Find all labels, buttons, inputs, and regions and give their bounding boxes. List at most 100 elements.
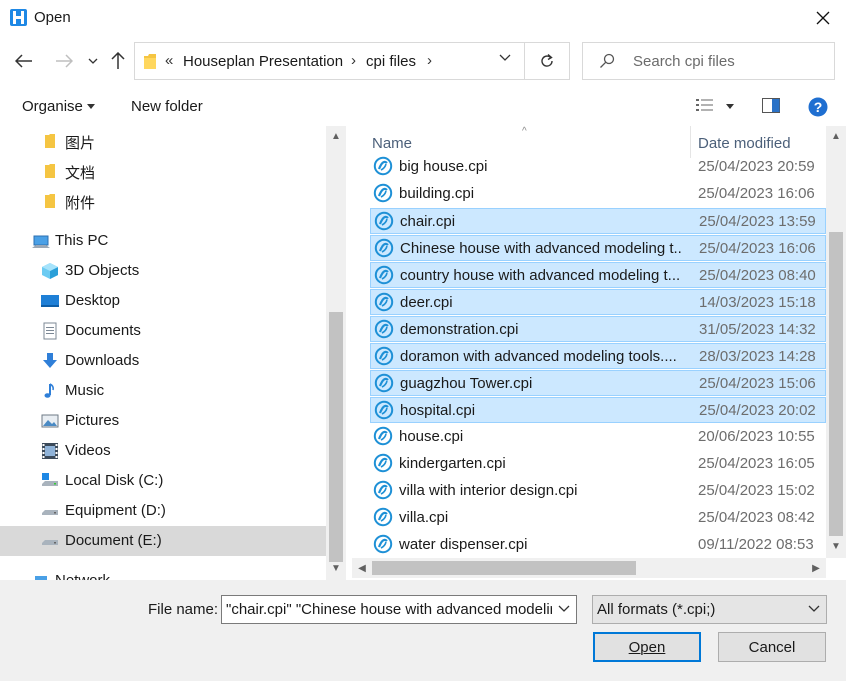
desktop-icon (41, 295, 59, 307)
cpi-file-icon (374, 265, 394, 285)
scrollbar-thumb[interactable] (829, 232, 843, 536)
nav-item-this-pc[interactable]: This PC (0, 226, 326, 256)
recent-locations-button[interactable] (85, 48, 101, 74)
file-row[interactable]: big house.cpi 25/04/2023 20:59 (370, 154, 826, 180)
nav-item-pictures-cn[interactable]: 图片 (0, 126, 326, 156)
file-name: villa.cpi (399, 509, 449, 526)
cpi-file-icon (373, 426, 393, 446)
file-row[interactable]: Chinese house with advanced modeling t..… (370, 235, 826, 261)
refresh-icon (541, 53, 553, 67)
file-row[interactable]: demonstration.cpi 31/05/2023 14:32 (370, 316, 826, 342)
nav-item-documents-cn[interactable]: 文档 (0, 156, 326, 186)
file-row[interactable]: kindergarten.cpi 25/04/2023 16:05 (370, 451, 826, 477)
scroll-left-arrow-icon[interactable]: ◀ (352, 558, 372, 578)
help-icon[interactable]: ? (808, 97, 828, 117)
cube-icon (42, 263, 58, 279)
nav-item-music[interactable]: Music (0, 376, 326, 406)
nav-item-label: Equipment (D:) (65, 502, 166, 519)
file-row[interactable]: chair.cpi 25/04/2023 13:59 (370, 208, 826, 234)
nav-item-network[interactable]: Network (0, 566, 326, 580)
file-row[interactable]: water dispenser.cpi 09/11/2022 08:53 (370, 532, 826, 558)
chevron-down-icon[interactable] (499, 54, 511, 62)
cancel-button[interactable]: Cancel (718, 632, 826, 662)
cpi-file-icon (374, 373, 394, 393)
search-box[interactable]: Search cpi files (582, 42, 835, 80)
breadcrumb-item[interactable]: cpi files (366, 53, 416, 70)
file-list-vertical-scrollbar[interactable]: ▲ ▼ (826, 126, 846, 558)
search-input[interactable]: Search cpi files (633, 53, 735, 70)
preview-pane-icon[interactable] (762, 98, 780, 113)
organise-button[interactable]: Organise (22, 98, 83, 115)
view-options-icon[interactable] (696, 98, 714, 112)
nav-item-downloads[interactable]: Downloads (0, 346, 326, 376)
file-date-modified: 14/03/2023 15:18 (699, 294, 816, 311)
file-name-input[interactable]: "chair.cpi" "Chinese house with advanced… (226, 601, 552, 618)
column-header-name[interactable]: Name (372, 135, 412, 152)
breadcrumb-separator[interactable]: › (427, 52, 432, 69)
arrow-up-icon (111, 52, 125, 69)
search-icon (600, 53, 615, 68)
refresh-button[interactable] (524, 42, 570, 80)
file-row[interactable]: country house with advanced modeling t..… (370, 262, 826, 288)
file-name-combobox[interactable]: "chair.cpi" "Chinese house with advanced… (221, 595, 577, 624)
caret-down-icon[interactable] (87, 104, 95, 109)
nav-item-equipment-d[interactable]: Equipment (D:) (0, 496, 326, 526)
file-row[interactable]: guagzhou Tower.cpi 25/04/2023 15:06 (370, 370, 826, 396)
folder-icon (45, 134, 55, 148)
back-button[interactable] (12, 48, 36, 74)
drive-icon (42, 540, 58, 545)
file-row[interactable]: building.cpi 25/04/2023 16:06 (370, 181, 826, 207)
caret-down-icon[interactable] (726, 104, 734, 109)
folder-icon (45, 164, 55, 178)
nav-item-local-disk-c[interactable]: Local Disk (C:) (0, 466, 326, 496)
file-list-horizontal-scrollbar[interactable]: ◀ ▶ (352, 558, 826, 578)
close-button[interactable] (800, 0, 846, 36)
column-header-date-modified[interactable]: Date modified (698, 135, 791, 152)
file-name: villa with interior design.cpi (399, 482, 578, 499)
file-date-modified: 25/04/2023 20:59 (698, 158, 815, 175)
nav-item-3d-objects[interactable]: 3D Objects (0, 256, 326, 286)
nav-item-videos[interactable]: Videos (0, 436, 326, 466)
chevron-down-icon[interactable] (558, 605, 570, 613)
cpi-file-icon (374, 292, 394, 312)
file-date-modified: 25/04/2023 08:42 (698, 509, 815, 526)
scrollbar-thumb[interactable] (329, 312, 343, 562)
scroll-up-arrow-icon[interactable]: ▲ (326, 126, 346, 146)
breadcrumb-separator[interactable]: › (351, 52, 356, 69)
navigation-pane-scrollbar[interactable]: ▲ ▼ (326, 126, 346, 580)
nav-item-document-e[interactable]: Document (E:) (0, 526, 326, 556)
documents-icon (43, 322, 57, 340)
nav-item-label: 附件 (65, 195, 96, 212)
nav-item-pictures[interactable]: Pictures (0, 406, 326, 436)
file-name: demonstration.cpi (400, 321, 519, 338)
scroll-right-arrow-icon[interactable]: ▶ (806, 558, 826, 578)
file-row[interactable]: house.cpi 20/06/2023 10:55 (370, 424, 826, 450)
cpi-file-icon (374, 346, 394, 366)
scroll-down-arrow-icon[interactable]: ▼ (326, 558, 346, 578)
file-type-select[interactable]: All formats (*.cpi;) (592, 595, 827, 624)
chevron-down-icon[interactable] (808, 605, 820, 613)
sort-ascending-icon: ^ (522, 126, 527, 137)
file-row[interactable]: villa with interior design.cpi 25/04/2023… (370, 478, 826, 504)
nav-item-documents[interactable]: Documents (0, 316, 326, 346)
file-row[interactable]: hospital.cpi 25/04/2023 20:02 (370, 397, 826, 423)
nav-item-desktop[interactable]: Desktop (0, 286, 326, 316)
forward-button[interactable] (52, 48, 76, 74)
file-row[interactable]: deer.cpi 14/03/2023 15:18 (370, 289, 826, 315)
svg-text:?: ? (814, 99, 823, 115)
open-button[interactable]: Open (593, 632, 701, 662)
drive-icon (42, 510, 58, 515)
scroll-up-arrow-icon[interactable]: ▲ (826, 126, 846, 146)
cancel-button-label: Cancel (748, 638, 796, 656)
file-row[interactable]: doramon with advanced modeling tools....… (370, 343, 826, 369)
scrollbar-thumb[interactable] (372, 561, 636, 575)
new-folder-button[interactable]: New folder (131, 98, 203, 115)
open-button-label: Open (628, 638, 666, 656)
up-button[interactable] (108, 48, 128, 74)
scroll-down-arrow-icon[interactable]: ▼ (826, 536, 846, 556)
address-bar[interactable]: « Houseplan Presentation › cpi files › (134, 42, 525, 80)
file-row[interactable]: villa.cpi 25/04/2023 08:42 (370, 505, 826, 531)
nav-item-attachments-cn[interactable]: 附件 (0, 186, 326, 216)
breadcrumb-item[interactable]: Houseplan Presentation (183, 53, 343, 70)
overflow-chevron[interactable]: « (165, 52, 173, 69)
